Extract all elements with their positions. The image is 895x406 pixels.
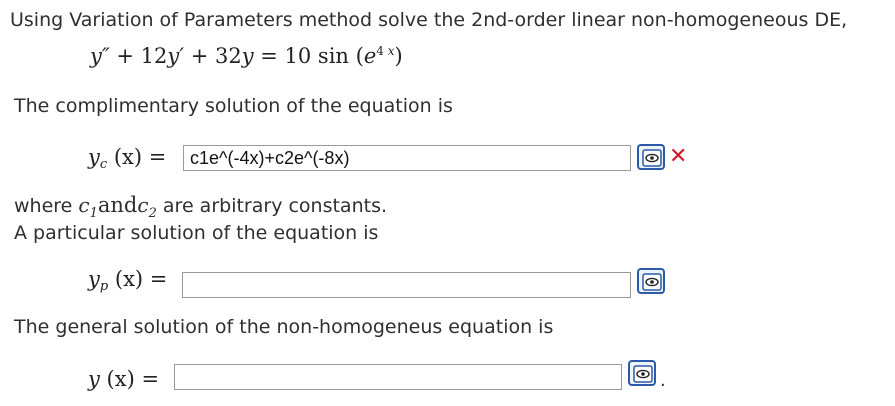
y-label-rest: (x) = [99, 367, 160, 391]
eq-exponent-4: 4 [376, 44, 384, 58]
question-intro: Using Variation of Parameters method sol… [10, 9, 848, 31]
yp-label: yp (x) = [88, 267, 167, 294]
constant-c2: c [137, 193, 149, 217]
eq-y-second-derivative: y″ [90, 44, 110, 68]
yp-preview-button[interactable] [637, 268, 665, 294]
eq-coef-32: + 32 [184, 44, 242, 68]
eq-rhs-coef: = 10 [253, 44, 312, 68]
constant-c1-sub: 1 [89, 206, 98, 221]
yp-label-sub: p [99, 279, 109, 294]
yc-label-rest: (x) = [107, 145, 167, 169]
trailing-period: . [660, 370, 666, 391]
differential-equation: y″ + 12y′ + 32y = 10 sin (e4 x) [90, 44, 403, 68]
yc-label: yc (x) = [88, 145, 166, 172]
red-x-icon: ✕ [669, 144, 688, 169]
y-label: y (x) = [88, 367, 159, 391]
constants-and: and [97, 193, 138, 217]
yp-label-y: y [88, 267, 100, 291]
eq-sin: sin [311, 44, 356, 68]
constants-rest: are arbitrary constants. [156, 195, 388, 217]
eq-e: e [363, 44, 377, 68]
y-label-y: y [88, 367, 100, 391]
constant-c1: c [78, 193, 90, 217]
yc-preview-button[interactable] [637, 144, 665, 170]
eye-preview-icon [642, 273, 662, 291]
particular-intro: A particular solution of the equation is [14, 222, 379, 244]
eq-exponent-x: x [383, 44, 395, 58]
eye-preview-icon [633, 365, 653, 383]
yp-answer-input[interactable] [182, 272, 631, 298]
y-answer-input[interactable] [174, 364, 622, 390]
constant-c2-sub: 2 [148, 206, 157, 221]
constants-where: where [14, 195, 79, 217]
y-preview-button[interactable] [628, 360, 656, 386]
eq-y: y [241, 44, 254, 68]
eq-right-paren: ) [394, 44, 403, 68]
eq-coef-12: + 12 [109, 44, 168, 68]
eye-preview-icon [642, 149, 662, 167]
complementary-intro: The complimentary solution of the equati… [14, 95, 453, 117]
constants-note: where c1andc2 are arbitrary constants. [14, 193, 387, 221]
general-intro: The general solution of the non-homogene… [14, 316, 554, 338]
yp-label-rest: (x) = [108, 267, 168, 291]
eq-left-paren: ( [355, 44, 364, 68]
yc-answer-input[interactable] [183, 145, 631, 171]
eq-y-derivative: y′ [167, 44, 185, 68]
yc-label-y: y [88, 145, 100, 169]
